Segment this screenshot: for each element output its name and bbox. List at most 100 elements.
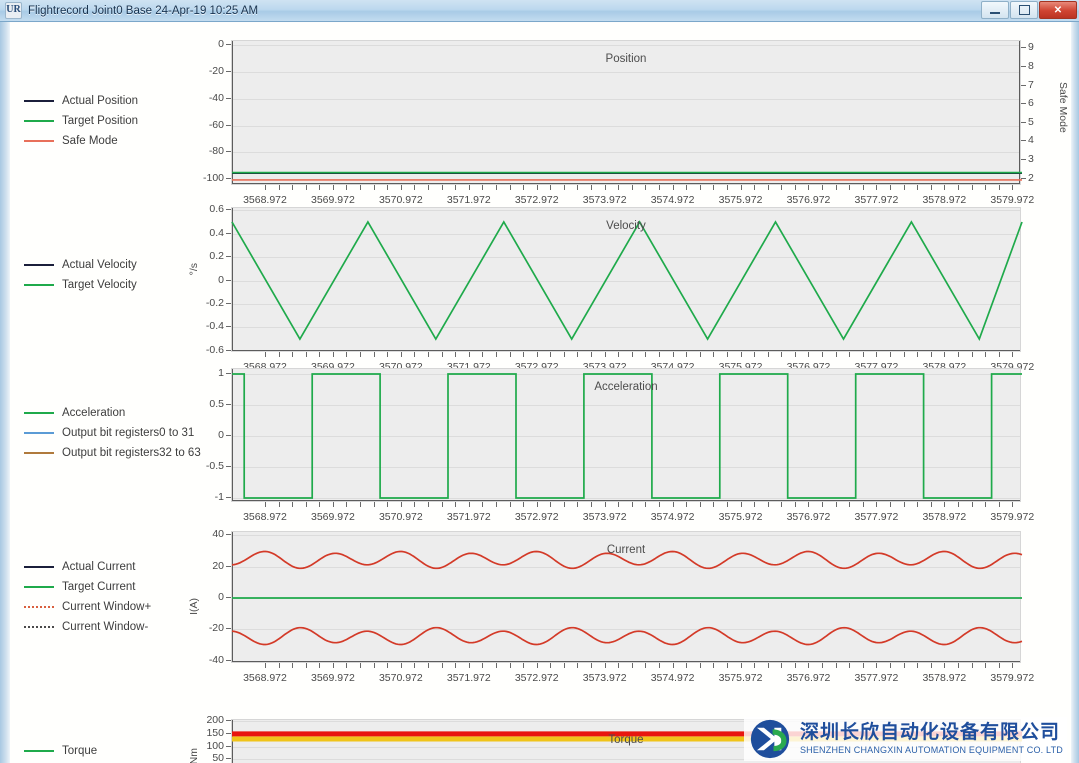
plot-acceleration[interactable]: Acceleration10.50-0.5-13568.9723569.9723… — [231, 368, 1021, 502]
x-minor-tick — [673, 352, 674, 357]
x-minor-tick — [944, 663, 945, 668]
minimize-button[interactable] — [981, 1, 1009, 19]
y-tick-label: 200 — [206, 714, 231, 726]
y-tick-label: -0.6 — [206, 344, 231, 356]
x-minor-tick — [781, 352, 782, 357]
x-minor-tick — [306, 502, 307, 507]
x-minor-tick — [1012, 502, 1013, 507]
window-titlebar[interactable]: UR Flightrecord Joint0 Base 24-Apr-19 10… — [0, 0, 1079, 22]
legend-item[interactable]: Current Window+ — [24, 597, 151, 617]
x-tick-label: 3574.972 — [651, 194, 695, 206]
legend-label: Torque — [62, 745, 97, 757]
x-minor-tick — [414, 663, 415, 668]
y-tick-label: 0.2 — [209, 250, 231, 262]
x-minor-tick — [944, 185, 945, 190]
x-minor-tick — [428, 663, 429, 668]
x-minor-tick — [564, 352, 565, 357]
x-minor-tick — [836, 502, 837, 507]
x-minor-tick — [673, 502, 674, 507]
right-y-tick-label: 7 — [1021, 79, 1034, 91]
x-minor-tick — [876, 663, 877, 668]
x-minor-tick — [999, 663, 1000, 668]
x-minor-tick — [781, 663, 782, 668]
x-minor-tick — [808, 185, 809, 190]
y-tick-label: -80 — [209, 145, 231, 157]
legend-item[interactable]: Actual Velocity — [24, 255, 137, 275]
legend-item[interactable]: Acceleration — [24, 403, 201, 423]
x-minor-tick — [360, 185, 361, 190]
x-minor-tick — [550, 185, 551, 190]
x-minor-tick — [523, 185, 524, 190]
legend-label: Actual Velocity — [62, 259, 137, 271]
x-minor-tick — [659, 352, 660, 357]
plot-current[interactable]: Current40200-20-403568.9723569.9723570.9… — [231, 531, 1021, 663]
x-minor-tick — [550, 663, 551, 668]
x-minor-tick — [645, 502, 646, 507]
x-tick-label: 3570.972 — [379, 672, 423, 684]
x-minor-tick — [673, 185, 674, 190]
window-edge-right — [1071, 22, 1079, 763]
x-minor-tick — [931, 502, 932, 507]
legend-torque: TorqueTorque Window+ — [24, 741, 148, 763]
x-tick-label: 3577.972 — [855, 194, 899, 206]
x-tick-label: 3571.972 — [447, 194, 491, 206]
legend-item[interactable]: Output bit registers32 to 63 — [24, 443, 201, 463]
y-tick-label: 100 — [206, 740, 231, 752]
x-minor-tick — [537, 352, 538, 357]
close-button[interactable]: ✕ — [1039, 1, 1077, 19]
x-minor-tick — [659, 663, 660, 668]
x-minor-tick — [401, 352, 402, 357]
legend-label: Actual Current — [62, 561, 136, 573]
legend-swatch-icon — [24, 626, 54, 628]
x-minor-tick — [713, 663, 714, 668]
plot-area-velocity: Velocity — [231, 207, 1021, 352]
x-tick-label: 3573.972 — [583, 672, 627, 684]
legend-item[interactable]: Target Current — [24, 577, 151, 597]
y-tick-label: -0.2 — [206, 297, 231, 309]
y-tick-label: 0 — [218, 274, 231, 286]
legend-item[interactable]: Actual Position — [24, 91, 138, 111]
x-minor-tick — [985, 185, 986, 190]
legend-item[interactable]: Actual Current — [24, 557, 151, 577]
x-minor-tick — [618, 185, 619, 190]
x-minor-tick — [931, 663, 932, 668]
x-minor-tick — [442, 352, 443, 357]
legend-item[interactable]: Target Velocity — [24, 275, 137, 295]
x-minor-tick — [700, 185, 701, 190]
x-tick-label: 3576.972 — [787, 511, 831, 523]
x-minor-tick — [1012, 185, 1013, 190]
x-minor-tick — [700, 352, 701, 357]
y-tick-label: 50 — [212, 752, 231, 763]
x-minor-tick — [510, 352, 511, 357]
legend-item[interactable]: Torque — [24, 741, 148, 761]
x-minor-tick — [917, 185, 918, 190]
x-minor-tick — [958, 663, 959, 668]
plot-position[interactable]: Position0-20-40-60-80-10098765432Safe Mo… — [231, 40, 1021, 185]
y-tick-label: -1 — [215, 491, 231, 503]
x-minor-tick — [795, 663, 796, 668]
x-minor-tick — [482, 502, 483, 507]
x-minor-tick — [958, 352, 959, 357]
x-minor-tick — [713, 502, 714, 507]
legend-swatch-icon — [24, 284, 54, 286]
x-minor-tick — [686, 663, 687, 668]
x-tick-label: 3568.972 — [243, 672, 287, 684]
x-minor-tick — [523, 352, 524, 357]
legend-item[interactable]: Output bit registers0 to 31 — [24, 423, 201, 443]
plot-velocity[interactable]: Velocity0.60.40.20-0.2-0.4-0.63568.97235… — [231, 207, 1021, 352]
x-minor-tick — [333, 502, 334, 507]
legend-item[interactable]: Safe Mode — [24, 131, 138, 151]
legend-item[interactable]: Current Window- — [24, 617, 151, 637]
x-minor-tick — [414, 352, 415, 357]
legend-item[interactable]: Target Position — [24, 111, 138, 131]
x-minor-tick — [414, 185, 415, 190]
x-minor-tick — [944, 502, 945, 507]
x-minor-tick — [863, 663, 864, 668]
x-minor-tick — [917, 352, 918, 357]
x-minor-tick — [754, 502, 755, 507]
x-minor-tick — [700, 502, 701, 507]
maximize-button[interactable] — [1010, 1, 1038, 19]
x-minor-tick — [319, 502, 320, 507]
x-minor-tick — [822, 352, 823, 357]
x-minor-tick — [577, 185, 578, 190]
